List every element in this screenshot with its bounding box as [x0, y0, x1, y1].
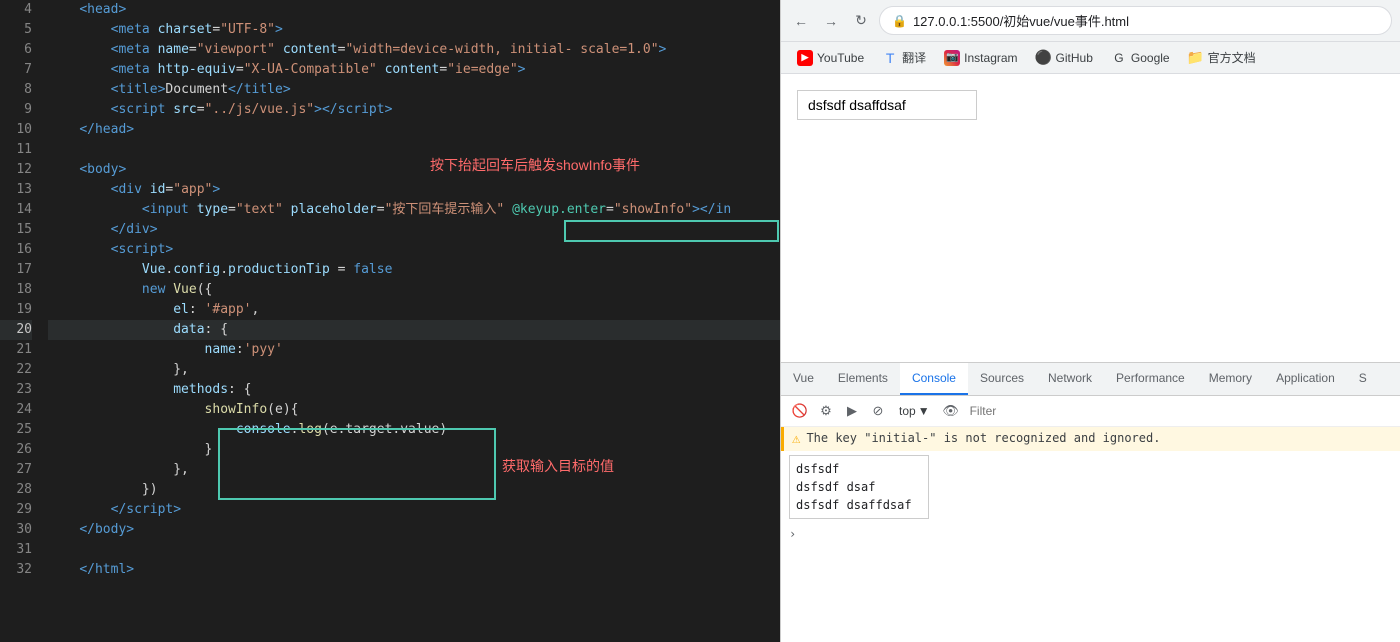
annotation-1: 按下抬起回车后触发showInfo事件 — [430, 155, 640, 175]
console-log-block: dsfsdf dsfsdf dsaf dsfsdf dsaffdsaf — [789, 455, 929, 519]
demo-input-field[interactable] — [797, 90, 977, 120]
code-line: <div id="app"> — [48, 180, 780, 200]
devtools-tabs: Vue Elements Console Sources Network Per… — [781, 363, 1400, 396]
context-dropdown[interactable]: top ▼ — [893, 402, 936, 420]
code-line: new Vue({ — [48, 280, 780, 300]
lock-icon: 🔒 — [892, 14, 907, 28]
annotation-2: 获取输入目标的值 — [502, 456, 614, 476]
top-label: top — [899, 404, 916, 418]
bookmark-google[interactable]: G Google — [1103, 47, 1178, 69]
code-line: <input type="text" placeholder="按下回车提示输入… — [48, 200, 780, 220]
code-line: <meta charset="UTF-8"> — [48, 20, 780, 40]
bookmark-youtube-label: YouTube — [817, 51, 864, 65]
code-line: </html> — [48, 560, 780, 580]
bookmark-github-label: GitHub — [1056, 51, 1093, 65]
folder-icon: 📁 — [1188, 50, 1204, 66]
browser-content — [781, 74, 1400, 362]
code-line: <meta name="viewport" content="width=dev… — [48, 40, 780, 60]
bookmark-google-label: Google — [1131, 51, 1170, 65]
refresh-button[interactable]: ↻ — [849, 9, 873, 33]
code-line: <head> — [48, 0, 780, 20]
console-log-line-1: dsfsdf — [796, 460, 922, 478]
instagram-icon: 📷 — [944, 50, 960, 66]
bookmark-translate-label: 翻译 — [902, 49, 926, 66]
code-line: </div> — [48, 220, 780, 240]
console-settings-button[interactable]: ⚙ — [815, 400, 837, 422]
line-numbers: 4 5 6 7 8 9 10 11 12 13 14 15 16 17 18 1… — [0, 0, 40, 642]
console-warning: ⚠ The key "initial-" is not recognized a… — [781, 427, 1400, 451]
code-line: } — [48, 440, 780, 460]
github-icon: ⚫ — [1036, 50, 1052, 66]
code-content: <head> <meta charset="UTF-8"> <meta name… — [40, 0, 780, 642]
tab-performance[interactable]: Performance — [1104, 363, 1197, 395]
bookmark-youtube[interactable]: ▶ YouTube — [789, 47, 872, 69]
tab-memory[interactable]: Memory — [1197, 363, 1264, 395]
address-bar[interactable]: 🔒 127.0.0.1:5500/初始vue/vue事件.html — [879, 6, 1392, 35]
code-line: <meta http-equiv="X-UA-Compatible" conte… — [48, 60, 780, 80]
code-line-active: data: { — [48, 320, 780, 340]
console-stop-button[interactable]: ⊘ — [867, 400, 889, 422]
code-editor: 4 5 6 7 8 9 10 11 12 13 14 15 16 17 18 1… — [0, 0, 780, 642]
code-line: Vue.config.productionTip = false — [48, 260, 780, 280]
tab-network[interactable]: Network — [1036, 363, 1104, 395]
tab-console[interactable]: Console — [900, 363, 968, 395]
bookmark-docs-label: 官方文档 — [1208, 49, 1256, 66]
code-line: }) — [48, 480, 780, 500]
back-button[interactable]: ← — [789, 9, 813, 33]
tab-extra[interactable]: S — [1347, 363, 1379, 395]
bookmark-github[interactable]: ⚫ GitHub — [1028, 47, 1101, 69]
console-prompt: › — [781, 523, 1400, 545]
browser-panel: ← → ↻ 🔒 127.0.0.1:5500/初始vue/vue事件.html … — [780, 0, 1400, 642]
code-line: name:'pyy' — [48, 340, 780, 360]
bookmarks-bar: ▶ YouTube T 翻译 📷 Instagram ⚫ GitHub G Go… — [781, 42, 1400, 74]
code-line: <body> — [48, 160, 780, 180]
console-filter-input[interactable] — [966, 402, 1392, 420]
code-line: <script src="../js/vue.js"></script> — [48, 100, 780, 120]
code-line: methods: { — [48, 380, 780, 400]
code-line: </script> — [48, 500, 780, 520]
code-line — [48, 540, 780, 560]
tab-vue[interactable]: Vue — [781, 363, 826, 395]
code-line: }, — [48, 360, 780, 380]
url-text: 127.0.0.1:5500/初始vue/vue事件.html — [913, 11, 1129, 30]
console-log-line-2: dsfsdf dsaf — [796, 478, 922, 496]
console-output: ⚠ The key "initial-" is not recognized a… — [781, 427, 1400, 642]
code-line: <title>Document</title> — [48, 80, 780, 100]
code-line: console.log(e.target.value) — [48, 420, 780, 440]
bookmark-translate[interactable]: T 翻译 — [874, 46, 934, 69]
warning-icon: ⚠ — [792, 431, 800, 447]
dropdown-arrow: ▼ — [918, 404, 930, 418]
code-line: showInfo(e){ — [48, 400, 780, 420]
code-line: </head> — [48, 120, 780, 140]
eye-button[interactable]: 👁 — [940, 400, 962, 422]
code-line: el: '#app', — [48, 300, 780, 320]
warning-text: The key "initial-" is not recognized and… — [806, 431, 1160, 445]
google-icon: G — [1111, 50, 1127, 66]
bookmark-docs[interactable]: 📁 官方文档 — [1180, 46, 1264, 69]
bookmark-instagram-label: Instagram — [964, 51, 1017, 65]
translate-icon: T — [882, 50, 898, 66]
tab-application[interactable]: Application — [1264, 363, 1347, 395]
browser-toolbar: ← → ↻ 🔒 127.0.0.1:5500/初始vue/vue事件.html — [781, 0, 1400, 42]
tab-sources[interactable]: Sources — [968, 363, 1036, 395]
devtools-toolbar: 🚫 ⚙ ▶ ⊘ top ▼ 👁 — [781, 396, 1400, 427]
code-line: </body> — [48, 520, 780, 540]
clear-console-button[interactable]: 🚫 — [789, 400, 811, 422]
forward-button[interactable]: → — [819, 9, 843, 33]
devtools-panel: Vue Elements Console Sources Network Per… — [781, 362, 1400, 642]
console-run-button[interactable]: ▶ — [841, 400, 863, 422]
youtube-icon: ▶ — [797, 50, 813, 66]
code-line: }, — [48, 460, 780, 480]
console-log-line-3: dsfsdf dsaffdsaf — [796, 496, 922, 514]
code-line — [48, 140, 780, 160]
code-line: <script> — [48, 240, 780, 260]
bookmark-instagram[interactable]: 📷 Instagram — [936, 47, 1025, 69]
tab-elements[interactable]: Elements — [826, 363, 900, 395]
